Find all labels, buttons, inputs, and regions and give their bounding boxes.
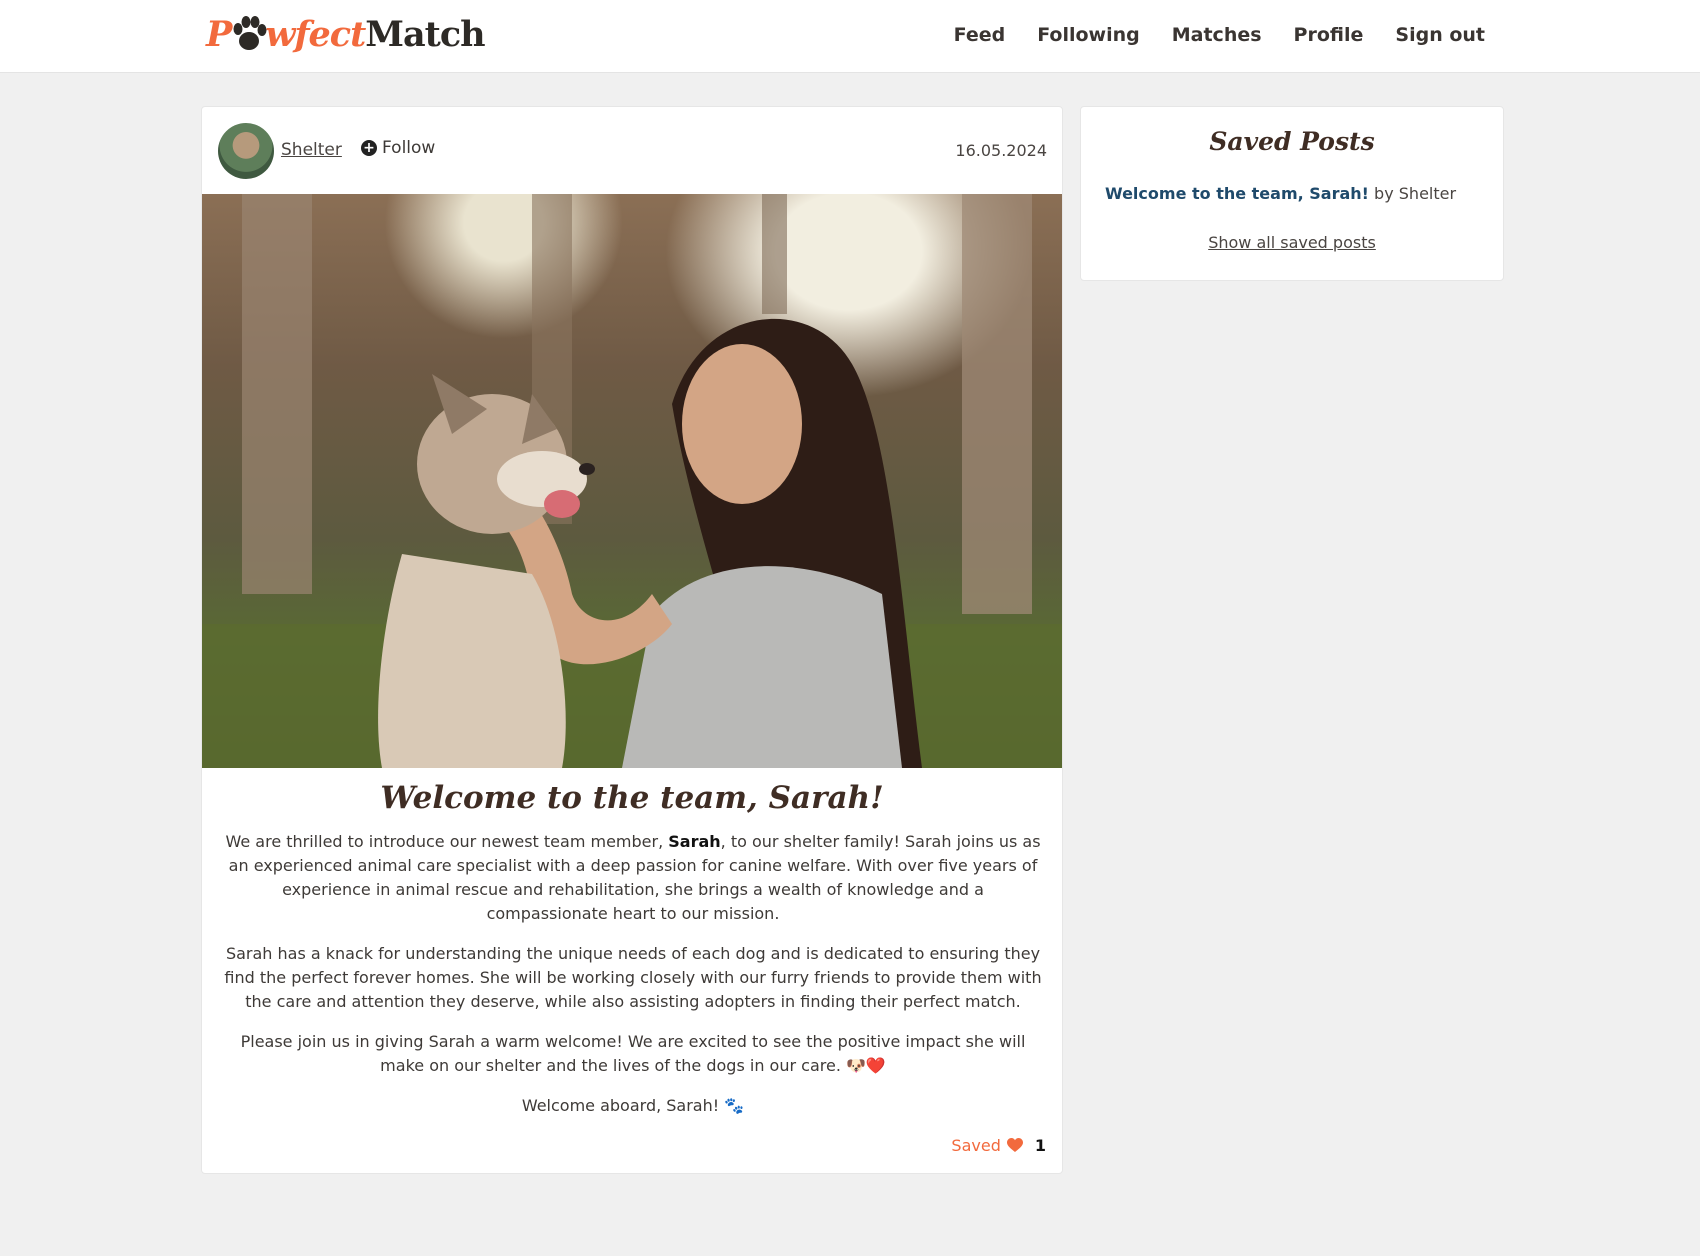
nav-matches[interactable]: Matches — [1172, 24, 1262, 46]
post-image — [202, 194, 1062, 768]
top-navbar: P wfect Match Feed Following Matches Pro… — [0, 0, 1700, 73]
saved-label: Saved — [951, 1136, 1001, 1155]
post-photo-illustration — [202, 194, 1062, 768]
nav-links: Feed Following Matches Profile Sign out — [954, 0, 1485, 70]
logo-text-match: Match — [365, 13, 485, 55]
post-footer: Saved 1 — [951, 1136, 1046, 1155]
author-link[interactable]: Shelter — [281, 140, 342, 160]
saved-post-author: by Shelter — [1368, 184, 1457, 203]
post-body: We are thrilled to introduce our newest … — [220, 830, 1046, 1134]
logo-letter-p: P — [206, 13, 232, 55]
logo-text-wfect: wfect — [265, 13, 366, 55]
post-header: Shelter + Follow 16.05.2024 — [202, 107, 1062, 195]
follow-button[interactable]: + Follow — [361, 138, 435, 158]
nav-following[interactable]: Following — [1037, 24, 1140, 46]
show-all-saved-link[interactable]: Show all saved posts — [1081, 233, 1503, 252]
post-title: Welcome to the team, Sarah! — [380, 780, 884, 816]
saved-post-link[interactable]: Welcome to the team, Sarah! — [1105, 184, 1369, 203]
post-paragraph-2: Sarah has a knack for understanding the … — [224, 944, 1042, 1011]
post-date: 16.05.2024 — [955, 141, 1047, 160]
post-card: Shelter + Follow 16.05.2024 Welcome to t… — [201, 106, 1063, 1174]
like-count: 1 — [1034, 1136, 1046, 1155]
nav-profile[interactable]: Profile — [1294, 24, 1364, 46]
paw-icon — [233, 16, 267, 50]
post-paragraph-4: Welcome aboard, Sarah! 🐾 — [521, 1096, 745, 1115]
post-paragraph-3: Please join us in giving Sarah a warm we… — [240, 1032, 1026, 1075]
post-paragraph-1: We are thrilled to introduce our newest … — [225, 832, 1041, 923]
follow-label: Follow — [382, 138, 436, 158]
highlight-name: Sarah — [668, 832, 721, 851]
nav-sign-out[interactable]: Sign out — [1395, 24, 1485, 46]
saved-button[interactable]: Saved — [951, 1136, 1023, 1155]
author-avatar[interactable] — [218, 123, 274, 179]
saved-posts-title: Saved Posts — [1209, 127, 1375, 156]
saved-post-item: Welcome to the team, Sarah! by Shelter — [1105, 184, 1456, 203]
nav-feed[interactable]: Feed — [954, 24, 1006, 46]
plus-circle-icon: + — [361, 140, 377, 156]
brand-logo[interactable]: P wfect Match — [206, 8, 486, 60]
saved-posts-panel: Saved Posts Welcome to the team, Sarah! … — [1080, 106, 1504, 281]
heart-icon — [1006, 1138, 1023, 1152]
